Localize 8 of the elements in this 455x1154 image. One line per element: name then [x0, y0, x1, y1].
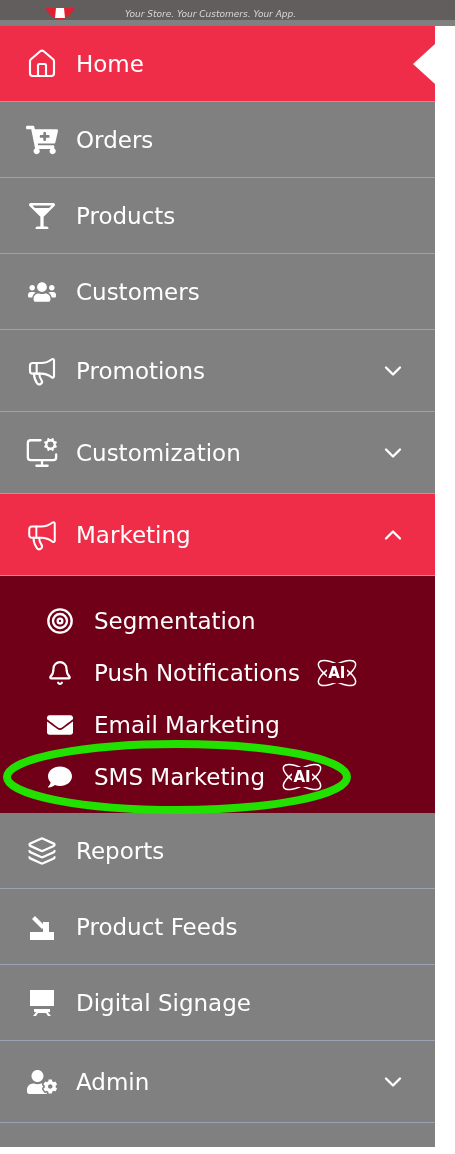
submenu-item[interactable]: SMS Marketing AI — [40, 754, 435, 799]
store-tagline: Your Store. Your Customers. Your App. — [125, 9, 297, 20]
menu-item[interactable]: Marketing — [0, 494, 435, 576]
logo-icon — [45, 8, 75, 20]
submenu-item[interactable]: Push Notifications AI — [40, 650, 435, 695]
submenu-item[interactable]: Segmentation — [40, 598, 435, 643]
menu-item[interactable]: Home — [0, 26, 435, 102]
submenu-item[interactable]: Email Marketing — [40, 702, 435, 747]
